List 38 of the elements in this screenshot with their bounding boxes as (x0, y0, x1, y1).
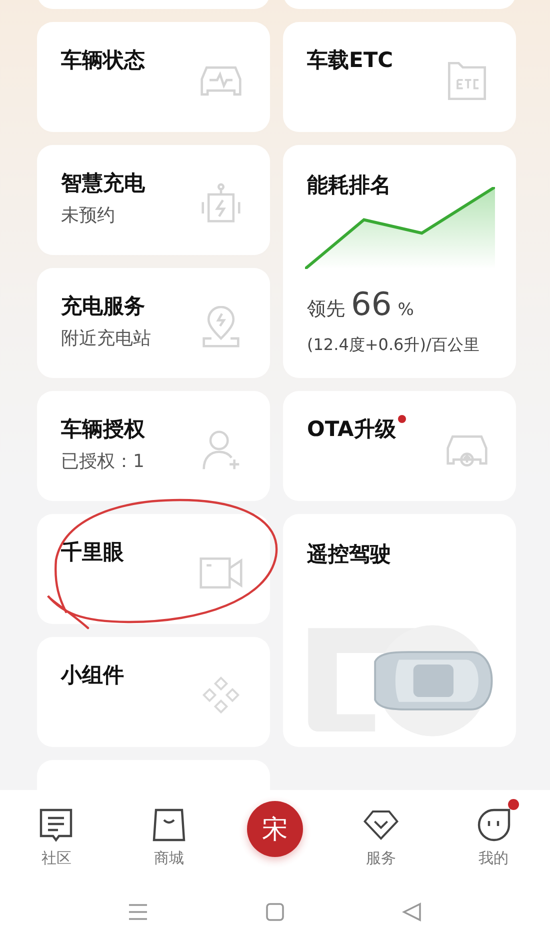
card-title: 小组件 (61, 662, 124, 689)
profile-face-icon (476, 806, 512, 842)
card-title: 千里眼 (61, 539, 124, 566)
card-title: 智慧充电 (61, 170, 145, 197)
feature-card[interactable]: 车辆状态 (37, 22, 270, 132)
card-title: 遥控驾驶 (307, 542, 391, 566)
nav-tab[interactable]: 我的 (458, 802, 529, 868)
feature-card[interactable]: 车载ETC (283, 22, 516, 132)
home-icon[interactable] (264, 901, 286, 923)
nav-tab[interactable]: 商城 (134, 802, 204, 868)
feature-card[interactable]: 小组件 (37, 637, 270, 747)
energy-card[interactable]: 能耗排名 领先 66 % (12.4度+0.6升)/百公里 (283, 145, 516, 378)
card-title: OTA升级 (307, 416, 396, 443)
feature-card[interactable]: 充电服务 附近充电站 (37, 268, 270, 378)
card-title: 车辆授权 (61, 416, 145, 443)
nav-tab[interactable]: 服务 (346, 802, 416, 868)
nav-tab[interactable]: 社区 (21, 802, 92, 868)
menu-icon[interactable] (127, 901, 149, 923)
lead-label: 领先 (307, 297, 345, 322)
feature-card[interactable]: 车辆授权 已授权：1 (37, 391, 270, 501)
message-icon (38, 806, 74, 842)
card-subtitle: 未预约 (61, 204, 116, 227)
home-logo-button[interactable]: 宋 (246, 801, 303, 857)
card-subtitle: 已授权：1 (61, 450, 145, 473)
card-title: 车辆状态 (61, 47, 145, 74)
percent-unit: % (398, 300, 414, 320)
shopping-bag-icon (151, 806, 188, 842)
feature-card[interactable]: OTA升级 (283, 391, 516, 501)
card-title: 能耗排名 (307, 172, 392, 199)
card-subtitle: 附近充电站 (61, 327, 151, 350)
energy-detail: (12.4度+0.6升)/百公里 (307, 335, 480, 356)
card-title: 车载ETC (307, 47, 394, 74)
feature-card[interactable]: 智慧充电 未预约 (37, 145, 270, 255)
feature-card[interactable]: 千里眼 (37, 514, 270, 624)
back-icon[interactable] (401, 901, 423, 923)
card-title: 充电服务 (61, 293, 145, 320)
remote-driving-card[interactable]: 遥控驾驶 (283, 514, 516, 747)
rank-value: 66 (351, 285, 392, 323)
